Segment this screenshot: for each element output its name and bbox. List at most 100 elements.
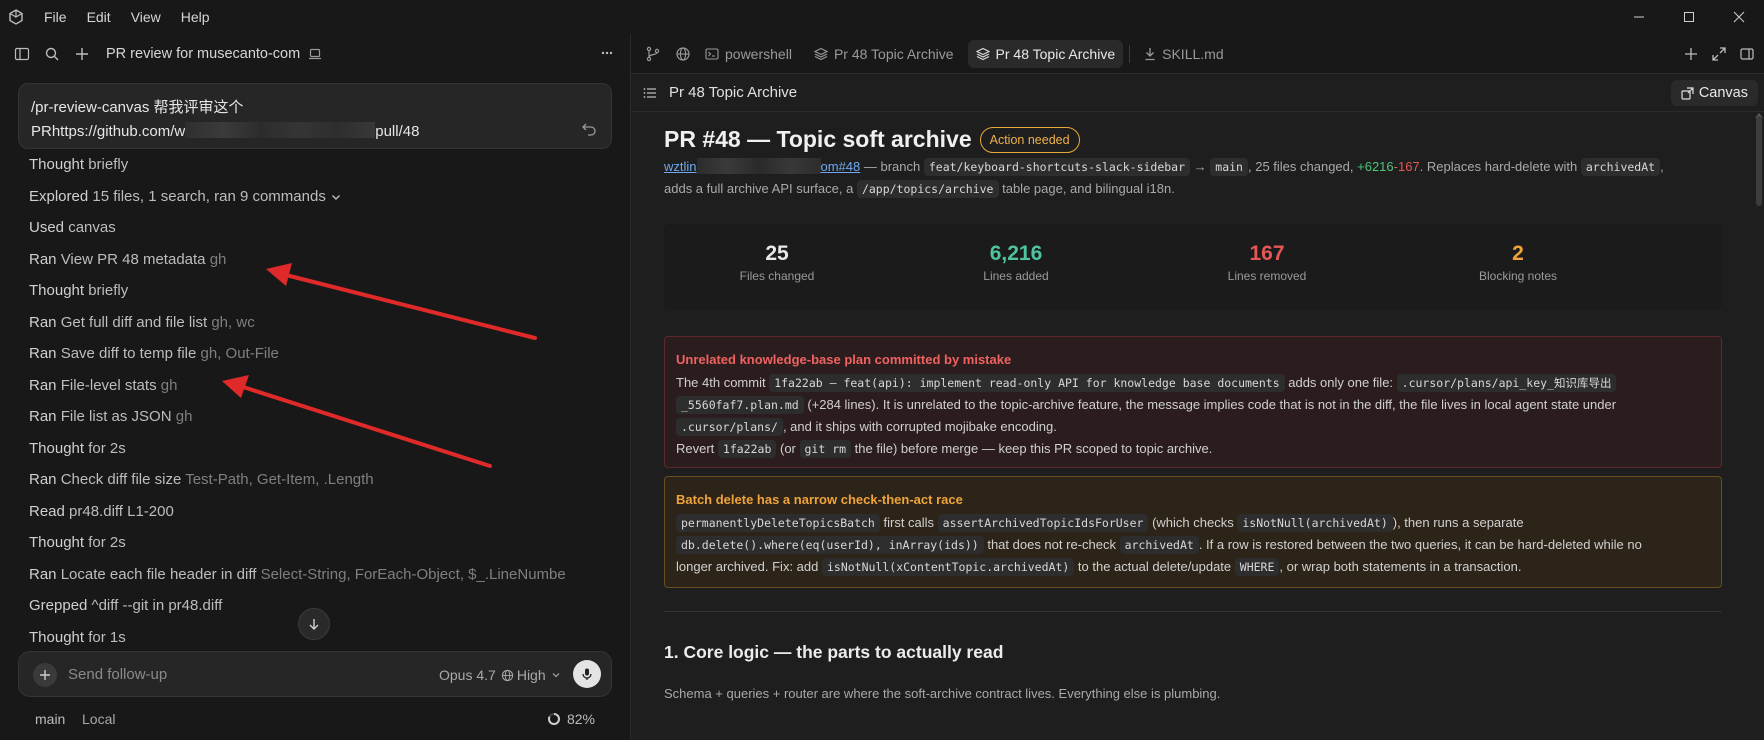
close-window-button[interactable]	[1714, 0, 1764, 34]
pr-link-suffix: om#48	[820, 159, 861, 174]
stat-value: 6,216	[989, 242, 1043, 265]
panel-toggle-icon[interactable]	[1740, 47, 1754, 61]
git-branch-icon[interactable]	[645, 46, 661, 62]
list-icon[interactable]	[643, 86, 657, 100]
layers-icon	[813, 47, 828, 60]
canvas-button[interactable]: Canvas	[1670, 80, 1758, 106]
commit-hash: 1fa22ab	[717, 440, 777, 458]
code-archive-route: /app/topics/archive	[856, 180, 999, 198]
tab-skill-md[interactable]: SKILL.md	[1136, 40, 1231, 68]
callout-text: the file) before merge — keep this PR sc…	[851, 441, 1213, 456]
code-snippet: db.delete().where(eq(userId), inArray(id…	[676, 536, 984, 554]
callout-text: that does not re-check	[983, 537, 1120, 552]
stat-label: Blocking notes	[1478, 269, 1558, 283]
blocking-note-unrelated-plan: Unrelated knowledge-base plan committed …	[664, 336, 1722, 468]
callout-text: (or	[776, 441, 800, 456]
canvas-icon	[1681, 86, 1694, 100]
minimize-icon	[1634, 16, 1644, 18]
git-rm-command: git rm	[799, 440, 852, 458]
redacted-block	[696, 158, 821, 174]
chat-panel: PR review for musecanto-com /pr-review-c…	[0, 34, 630, 740]
stats-card: 25 Files changed 6,216 Lines added 167 L…	[664, 224, 1722, 310]
maximize-icon	[1684, 12, 1694, 22]
callout-text: adds only one file:	[1284, 375, 1397, 390]
stat-label: Files changed	[739, 269, 815, 283]
pr-link[interactable]: wztlin om#48	[664, 158, 861, 174]
document-header: Pr 48 Topic Archive Canvas	[631, 74, 1764, 112]
summary-text: →	[1190, 159, 1211, 174]
lines-added-inline: +6216	[1357, 159, 1394, 174]
stat-label: Lines added	[983, 269, 1049, 283]
callout-text: The 4th commit	[676, 375, 770, 390]
callout-text: , and it ships with corrupted mojibake e…	[782, 419, 1057, 434]
plans-dir: .cursor/plans/	[676, 418, 783, 436]
editor-panel: powershell Pr 48 Topic Archive Pr 48 Top…	[631, 34, 1764, 740]
stat-label: Lines removed	[1227, 269, 1307, 283]
close-icon	[1733, 11, 1745, 23]
layers-icon	[975, 47, 990, 60]
section-divider	[664, 611, 1722, 612]
callout-title: Batch delete has a narrow check-then-act…	[676, 492, 963, 507]
branch-from: feat/keyboard-shortcuts-slack-sidebar	[923, 158, 1191, 176]
stat-blocking-notes: 2 Blocking notes	[1418, 242, 1618, 283]
summary-text: table page, and bilingual i18n.	[998, 181, 1175, 196]
minimize-button[interactable]	[1614, 0, 1664, 34]
stat-files-changed: 25 Files changed	[677, 242, 877, 283]
file-path-cont: _5560faf7.plan.md	[676, 396, 804, 414]
summary-text: . Replaces hard-delete with	[1419, 159, 1581, 174]
code-snippet: archivedAt	[1119, 536, 1199, 554]
tab-label: powershell	[725, 45, 792, 62]
stat-value: 167	[1249, 242, 1285, 265]
annotation-arrow-2	[222, 375, 492, 468]
annotation-arrow-1	[266, 263, 537, 340]
callout-text: (which checks	[1148, 515, 1238, 530]
pr-title-row: PR #48 — Topic soft archive Action neede…	[664, 126, 1080, 153]
canvas-label: Canvas	[1698, 85, 1748, 101]
tab-separator	[1129, 44, 1131, 63]
section-paragraph: Schema + queries + router are where the …	[664, 686, 1221, 701]
download-icon	[1145, 47, 1155, 60]
expand-icon[interactable]	[1712, 47, 1726, 61]
tab-powershell[interactable]: powershell	[697, 40, 800, 68]
stat-value: 2	[1512, 242, 1524, 265]
menu-help[interactable]: Help	[171, 0, 220, 34]
globe-icon[interactable]	[675, 46, 691, 62]
app-logo-icon	[9, 9, 23, 25]
pr-title: PR #48 — Topic soft archive	[664, 126, 972, 152]
code-snippet: isNotNull(xContentTopic.archivedAt)	[821, 558, 1075, 576]
callout-text: first calls	[879, 515, 938, 530]
callout-text: Revert	[676, 441, 718, 456]
menu-edit[interactable]: Edit	[77, 0, 121, 34]
document-scrollbar[interactable]	[1756, 116, 1762, 206]
callout-text: (+284 lines). It is unrelated to the top…	[803, 397, 1617, 412]
pr-summary: wztlin om#48 — branch feat/keyboard-short…	[664, 156, 1704, 200]
status-badge: Action needed	[979, 126, 1080, 153]
annotation-arrows	[222, 263, 537, 468]
tab-label: SKILL.md	[1162, 45, 1224, 62]
maximize-button[interactable]	[1664, 0, 1714, 34]
summary-text: , 25 files changed,	[1247, 159, 1358, 174]
callout-text: , or wrap both statements in a transacti…	[1279, 559, 1522, 574]
new-tab-plus-icon[interactable]	[1684, 47, 1698, 61]
tab-pr48-archive-active[interactable]: Pr 48 Topic Archive	[967, 39, 1124, 68]
file-path: .cursor/plans/api_key_知识库导出	[1396, 374, 1617, 392]
code-snippet: isNotNull(archivedAt)	[1237, 514, 1393, 532]
callout-body: The 4th commit 1fa22ab — feat(api): impl…	[676, 372, 1710, 460]
callout-body: permanentlyDeleteTopicsBatch first calls…	[676, 512, 1710, 578]
code-archivedAt: archivedAt	[1580, 158, 1661, 176]
stat-lines-added: 6,216 Lines added	[916, 242, 1116, 283]
summary-text: ,	[1660, 159, 1664, 174]
function-name: assertArchivedTopicIdsForUser	[937, 514, 1149, 532]
lines-removed-inline: -167	[1393, 159, 1420, 174]
tab-label: Pr 48 Topic Archive	[833, 45, 954, 62]
tab-pr48-archive[interactable]: Pr 48 Topic Archive	[806, 40, 962, 68]
blocking-note-race-condition: Batch delete has a narrow check-then-act…	[664, 476, 1722, 588]
summary-text: — branch	[860, 159, 924, 174]
stat-value: 25	[765, 242, 789, 265]
title-bar: File Edit View Help	[0, 0, 1764, 34]
callout-text: ), then runs a separate	[1392, 515, 1524, 530]
function-name: permanentlyDeleteTopicsBatch	[676, 514, 880, 532]
canvas-document: PR #48 — Topic soft archive Action neede…	[664, 112, 1722, 740]
menu-view[interactable]: View	[121, 0, 171, 34]
menu-file[interactable]: File	[34, 0, 77, 34]
